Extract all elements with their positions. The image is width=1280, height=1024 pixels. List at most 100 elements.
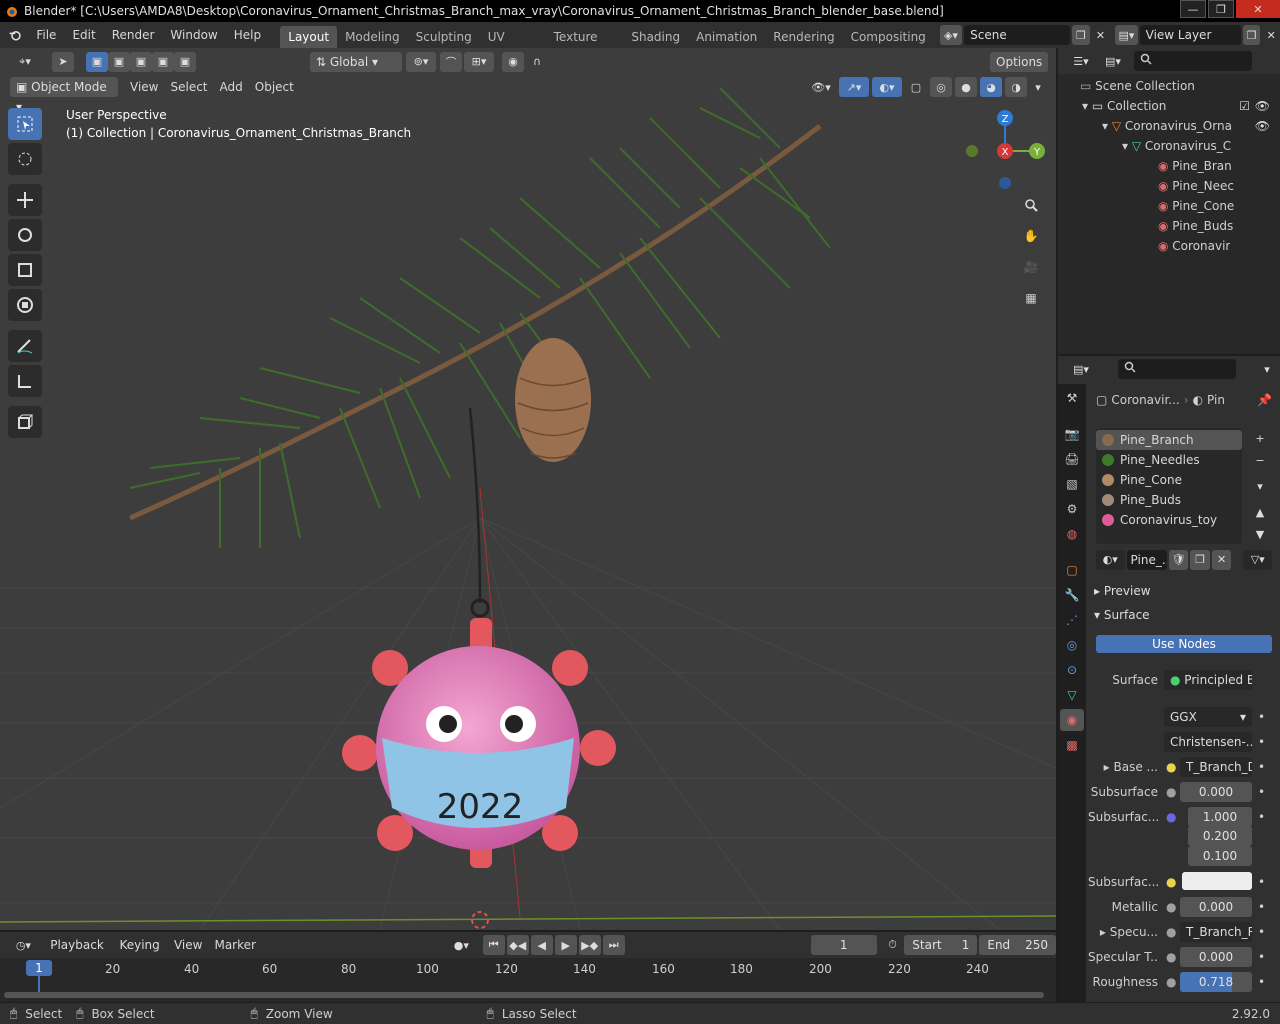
constraints-tab-icon[interactable]: ⊙ [1060, 659, 1084, 681]
outliner-material-row[interactable]: ◉ Pine_Neec [1158, 176, 1234, 196]
outliner-editor-type-icon[interactable]: ☰▾ [1066, 51, 1096, 71]
render-tab-icon[interactable]: 📷 [1060, 423, 1084, 445]
outliner-material-row[interactable]: ◉ Pine_Buds [1158, 216, 1233, 236]
select-new-icon[interactable]: ▣ [86, 51, 108, 72]
options-dropdown[interactable]: Options ▾ [990, 51, 1048, 89]
annotate-tool-icon[interactable] [8, 330, 42, 362]
rotate-tool-icon[interactable] [8, 219, 42, 251]
visibility-icon[interactable]: 👁▾ [806, 77, 836, 97]
subsurface-field[interactable]: 0.000 [1180, 782, 1252, 802]
unlink-material-icon[interactable]: ✕ [1211, 550, 1232, 570]
jump-end-icon[interactable]: ⏭ [602, 935, 625, 955]
keying-menu[interactable]: Keying ▾ [111, 935, 168, 972]
roughness-slider[interactable]: 0.718 [1180, 972, 1252, 992]
subsurface-method-dropdown[interactable]: Christensen-... [1164, 732, 1252, 752]
eye-icon[interactable]: 👁 [1255, 96, 1270, 116]
outliner-mesh-data[interactable]: ▾ ▽ Coronavirus_C [1122, 136, 1272, 156]
play-reverse-icon[interactable]: ◀ [530, 935, 553, 955]
measure-tool-icon[interactable] [8, 365, 42, 397]
jump-keyframe-back-icon[interactable]: ◆◀ [506, 935, 529, 955]
menu-file[interactable]: File [28, 22, 64, 48]
start-frame-field[interactable]: Start 1 [904, 935, 978, 955]
playhead-frame[interactable]: 1 [26, 960, 52, 976]
eye-icon[interactable]: 👁 [1255, 116, 1270, 136]
transform-orientation-dropdown[interactable]: ⇅ Global ▾ [310, 51, 402, 72]
select-invert-icon[interactable]: ▣ [152, 51, 174, 72]
wireframe-shading-icon[interactable]: ◎ [930, 77, 952, 97]
timeline-scrollbar[interactable] [4, 992, 1044, 998]
subsurface-radius-z[interactable]: 0.100 [1188, 846, 1252, 866]
surface-panel-header[interactable]: ▾ Surface [1094, 605, 1280, 625]
output-tab-icon[interactable]: 🖨 [1060, 448, 1084, 470]
surface-shader-field[interactable]: ● Principled B... [1164, 670, 1252, 690]
navigation-gizmo[interactable]: Z X Y [960, 106, 1050, 196]
ortho-toggle-icon[interactable]: ▦ [1018, 285, 1044, 311]
menu-edit[interactable]: Edit [64, 22, 103, 48]
specular-tint-field[interactable]: 0.000 [1180, 947, 1252, 967]
properties-editor-type-icon[interactable]: ▤▾ [1066, 359, 1096, 379]
material-slot-item[interactable]: Pine_Branch [1096, 430, 1242, 450]
tab-uv-editing[interactable]: UV Editing [480, 26, 546, 66]
viewport-menu-view[interactable]: View [124, 80, 164, 94]
metallic-field[interactable]: 0.000 [1180, 897, 1252, 917]
base-color-label[interactable]: ▸ Base ... [1088, 757, 1158, 777]
move-tool-icon[interactable] [8, 184, 42, 216]
camera-view-icon[interactable]: 🎥 [1018, 254, 1044, 280]
3d-viewport[interactable]: 2022 ⌖▾ ➤ ▣ ▣ ▣ ▣ ▣ ⇅ Global ▾ ⊚▾ ⌒ ⊞▾ ◉… [0, 48, 1056, 930]
pan-hand-icon[interactable]: ✋ [1018, 223, 1044, 249]
end-frame-field[interactable]: End 250 [979, 935, 1056, 955]
subsurface-radius-y[interactable]: 0.200 [1188, 826, 1252, 846]
subsurface-radius-x[interactable]: 1.000 [1188, 807, 1252, 827]
select-box-tool-icon[interactable] [8, 108, 42, 140]
pin-icon[interactable]: 📌 [1257, 390, 1272, 410]
close-button[interactable]: ✕ [1236, 0, 1280, 18]
maximize-button[interactable]: ❐ [1208, 0, 1234, 18]
tab-texture-paint[interactable]: Texture Paint [546, 26, 624, 66]
timeline-marker-menu[interactable]: Marker [208, 938, 261, 952]
material-slot-item[interactable]: Coronavirus_toy [1096, 510, 1242, 530]
scene-name-field[interactable]: Scene [964, 25, 1071, 45]
minimize-button[interactable]: — [1180, 0, 1206, 18]
select-intersect-icon[interactable]: ▣ [174, 51, 196, 72]
specular-label[interactable]: ▸ Specu... [1088, 922, 1158, 942]
preview-range-icon[interactable]: ⏱ [883, 935, 903, 955]
timeline-view-menu[interactable]: View [168, 938, 208, 952]
tab-rendering[interactable]: Rendering [765, 26, 842, 48]
browse-material-icon[interactable]: ◐▾ [1096, 550, 1125, 570]
jump-start-icon[interactable]: ⏮ [482, 935, 505, 955]
play-icon[interactable]: ▶ [554, 935, 577, 955]
playback-menu[interactable]: Playback ▾ [43, 935, 112, 972]
add-slot-icon[interactable]: + [1250, 428, 1270, 448]
viewport-menu-select[interactable]: Select [164, 80, 213, 94]
modifier-tab-icon[interactable]: 🔧 [1060, 584, 1084, 606]
tool-tab-icon[interactable]: ⚒ [1060, 387, 1084, 409]
particles-tab-icon[interactable]: ⋰ [1060, 609, 1084, 631]
material-slot-item[interactable]: Pine_Buds [1096, 490, 1242, 510]
pivot-point-icon[interactable]: ⊚▾ [406, 51, 436, 72]
select-tool-icon[interactable]: ➤ [52, 51, 74, 72]
viewport-menu-add[interactable]: Add [214, 80, 249, 94]
properties-search-input[interactable] [1118, 359, 1236, 379]
object-tab-icon[interactable]: ▢ [1060, 559, 1084, 581]
fake-user-icon[interactable]: 🛡 [1168, 550, 1189, 570]
menu-render[interactable]: Render [104, 22, 163, 48]
material-slot-item[interactable]: Pine_Needles [1096, 450, 1242, 470]
scene-tab-icon[interactable]: ⚙ [1060, 498, 1084, 520]
material-tab-icon[interactable]: ◉ [1060, 709, 1084, 731]
snap-target-icon[interactable]: ⊞▾ [464, 51, 494, 72]
move-up-icon[interactable]: ▲ [1250, 502, 1270, 522]
subsurface-color-swatch[interactable] [1182, 872, 1252, 890]
data-tab-icon[interactable]: ▽ [1060, 684, 1084, 706]
move-down-icon[interactable]: ▼ [1250, 524, 1270, 544]
material-slot-item[interactable]: Pine_Cone [1096, 470, 1242, 490]
new-scene-icon[interactable]: ❐ [1072, 25, 1090, 45]
outliner-material-row[interactable]: ◉ Coronavir [1158, 236, 1230, 256]
material-shading-icon[interactable]: ◕ [980, 77, 1002, 97]
auto-keying-icon[interactable]: ●▾ [448, 935, 475, 955]
distribution-dropdown[interactable]: GGX ▾ [1164, 707, 1252, 727]
blender-menu-icon[interactable] [8, 27, 22, 43]
view-layer-tab-icon[interactable]: ▧ [1060, 473, 1084, 495]
tab-sculpting[interactable]: Sculpting [408, 26, 480, 48]
display-mode-icon[interactable]: ▤▾ [1098, 51, 1128, 71]
snap-toggle-icon[interactable]: ⌒ [440, 51, 462, 72]
